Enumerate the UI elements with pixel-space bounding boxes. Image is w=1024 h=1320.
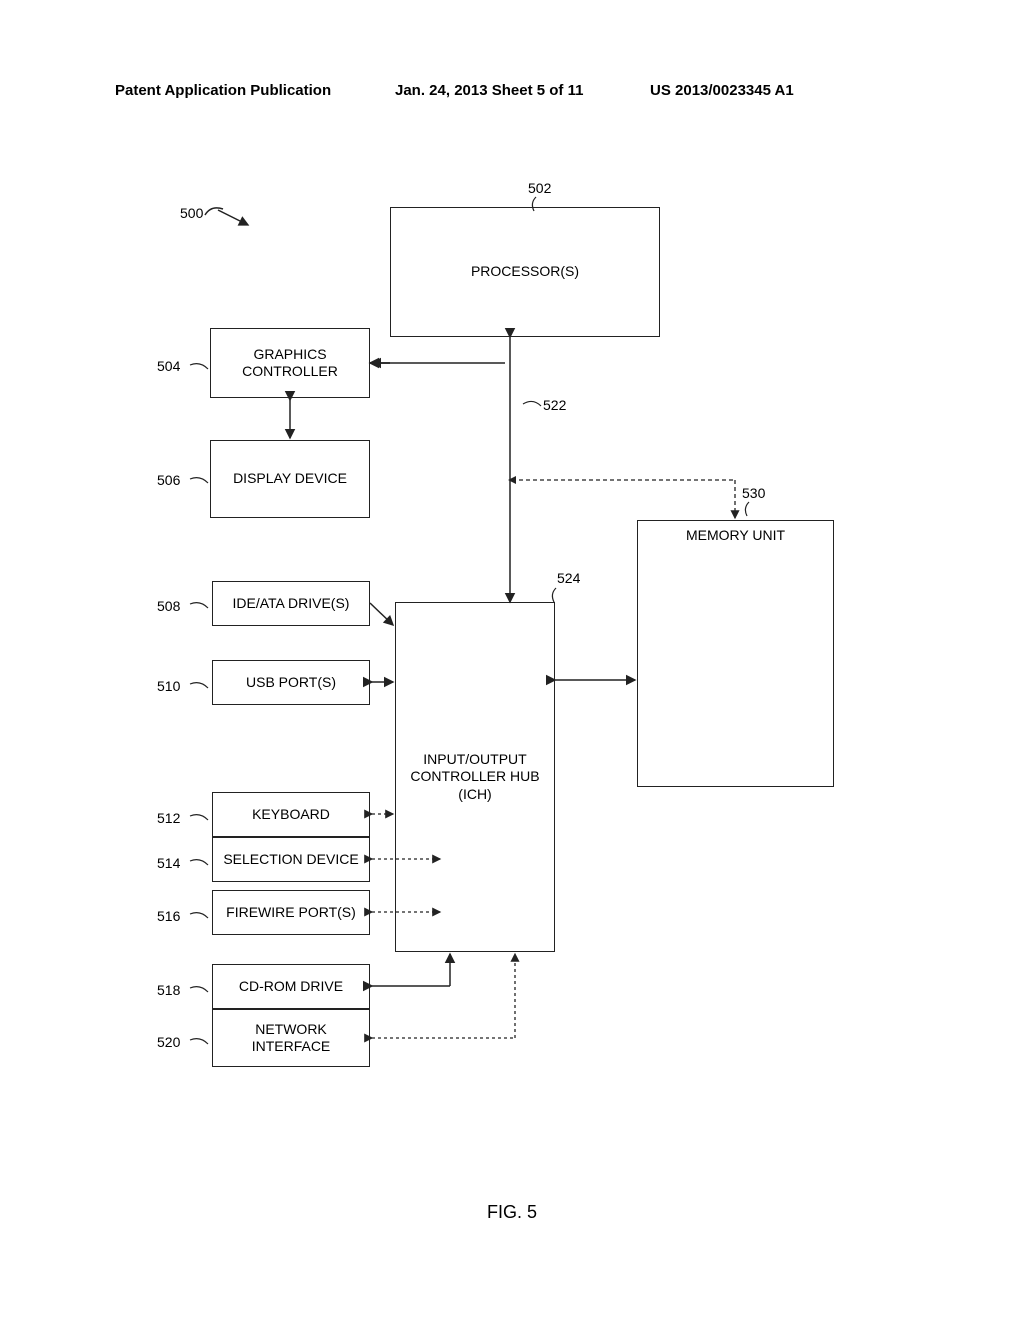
label-selection: SELECTION DEVICE: [223, 851, 358, 869]
ref-510: 510: [157, 678, 180, 694]
label-usb: USB PORT(S): [246, 674, 336, 692]
ref-518: 518: [157, 982, 180, 998]
ref-502: 502: [528, 180, 551, 196]
box-network: NETWORK INTERFACE: [212, 1009, 370, 1067]
label-keyboard: KEYBOARD: [252, 806, 330, 824]
box-cdrom: CD-ROM DRIVE: [212, 964, 370, 1009]
box-display: DISPLAY DEVICE: [210, 440, 370, 518]
box-selection: SELECTION DEVICE: [212, 837, 370, 882]
box-graphics: GRAPHICS CONTROLLER: [210, 328, 370, 398]
label-display: DISPLAY DEVICE: [233, 470, 347, 488]
label-processor: PROCESSOR(S): [471, 263, 579, 281]
block-diagram: 500 502 PROCESSOR(S) 504 GRAPHICS CONTRO…: [0, 0, 1024, 1320]
box-memory: MEMORY UNIT: [637, 520, 834, 787]
label-ide: IDE/ATA DRIVE(S): [233, 595, 350, 613]
ref-514: 514: [157, 855, 180, 871]
box-ich: INPUT/OUTPUT CONTROLLER HUB (ICH): [395, 602, 555, 952]
label-ich: INPUT/OUTPUT CONTROLLER HUB (ICH): [400, 751, 550, 804]
ref-520: 520: [157, 1034, 180, 1050]
box-keyboard: KEYBOARD: [212, 792, 370, 837]
label-graphics: GRAPHICS CONTROLLER: [215, 346, 365, 381]
ref-500: 500: [180, 205, 203, 221]
ref-504: 504: [157, 358, 180, 374]
label-network: NETWORK INTERFACE: [217, 1021, 365, 1056]
ref-506: 506: [157, 472, 180, 488]
ref-512: 512: [157, 810, 180, 826]
ref-524: 524: [557, 570, 580, 586]
label-firewire: FIREWIRE PORT(S): [226, 904, 356, 922]
box-ide: IDE/ATA DRIVE(S): [212, 581, 370, 626]
label-cdrom: CD-ROM DRIVE: [239, 978, 343, 996]
figure-label: FIG. 5: [0, 1202, 1024, 1223]
box-processor: PROCESSOR(S): [390, 207, 660, 337]
box-firewire: FIREWIRE PORT(S): [212, 890, 370, 935]
ref-530: 530: [742, 485, 765, 501]
ref-516: 516: [157, 908, 180, 924]
label-memory: MEMORY UNIT: [638, 527, 833, 545]
ref-522: 522: [543, 397, 566, 413]
box-usb: USB PORT(S): [212, 660, 370, 705]
ref-508: 508: [157, 598, 180, 614]
